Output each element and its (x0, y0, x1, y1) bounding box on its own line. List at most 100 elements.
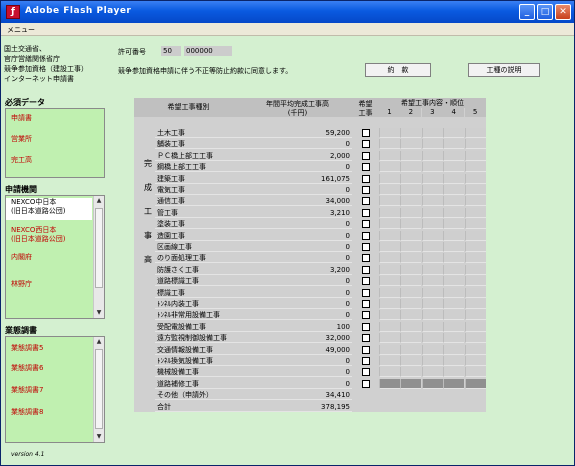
row-value[interactable]: 378,195 (243, 402, 352, 412)
rank-cell[interactable] (400, 230, 422, 241)
want-checkbox[interactable] (362, 288, 370, 297)
rank-cell[interactable] (400, 287, 422, 298)
row-value[interactable]: 0 (243, 299, 352, 309)
row-value[interactable]: 32,000 (243, 333, 352, 344)
rank-cell[interactable] (443, 207, 465, 218)
rank-cell[interactable] (379, 367, 400, 378)
rank-cell[interactable] (379, 162, 400, 173)
minimize-button[interactable]: _ (519, 4, 535, 20)
row-value[interactable]: 3,200 (243, 265, 352, 275)
rank-cell[interactable] (400, 299, 422, 309)
row-value[interactable]: 49,000 (243, 345, 352, 355)
rank-cell[interactable] (464, 356, 486, 366)
row-value[interactable]: 161,075 (243, 174, 352, 184)
rank-cell[interactable] (464, 310, 486, 321)
list-item[interactable]: 内閣府 (11, 253, 32, 262)
rank-cell[interactable] (421, 219, 443, 230)
row-value[interactable]: 0 (243, 139, 352, 150)
row-value[interactable]: 0 (243, 162, 352, 173)
row-value[interactable]: 0 (243, 367, 352, 378)
rank-cell[interactable] (443, 367, 465, 378)
maximize-button[interactable]: □ (537, 4, 553, 20)
terms-button[interactable]: 約 款 (365, 63, 431, 77)
list-item[interactable]: NEXCO西日本 (11, 226, 56, 235)
list-item[interactable]: 業態調書6 (11, 364, 43, 373)
title-bar[interactable]: ƒ Adobe Flash Player _ □ ✕ (1, 1, 574, 23)
scroll-up-icon[interactable]: ▲ (95, 338, 103, 346)
row-value[interactable]: 3,210 (243, 208, 352, 218)
rank-cell[interactable] (421, 185, 443, 195)
rank-cell[interactable] (400, 162, 422, 173)
rank-cell[interactable] (464, 219, 486, 230)
rank-cell[interactable] (464, 333, 486, 344)
rank-cell[interactable] (464, 150, 486, 161)
rank-cell[interactable] (400, 253, 422, 264)
rank-cell[interactable] (421, 264, 443, 275)
list-item[interactable]: 申請書 (11, 114, 32, 123)
rank-cell[interactable] (400, 378, 422, 389)
rank-cell[interactable] (400, 196, 422, 207)
rank-cell[interactable] (400, 276, 422, 287)
rank-cell[interactable] (464, 299, 486, 309)
rank-cell[interactable] (443, 344, 465, 355)
rank-cell[interactable] (379, 333, 400, 344)
rank-cell[interactable] (400, 173, 422, 184)
rank-cell[interactable] (464, 287, 486, 298)
rank-cell[interactable] (400, 310, 422, 321)
rank-cell[interactable] (443, 333, 465, 344)
rank-cell[interactable] (421, 378, 443, 389)
rank-cell[interactable] (443, 299, 465, 309)
row-value[interactable]: 100 (243, 322, 352, 332)
rank-cell[interactable] (443, 196, 465, 207)
want-checkbox[interactable] (362, 265, 370, 274)
explain-button[interactable]: 工種の説明 (468, 63, 540, 77)
rank-cell[interactable] (400, 219, 422, 230)
rank-cell[interactable] (464, 378, 486, 389)
scroll-up-icon[interactable]: ▲ (95, 197, 103, 205)
rank-cell[interactable] (379, 264, 400, 275)
want-checkbox[interactable] (362, 311, 370, 320)
rank-cell[interactable] (464, 207, 486, 218)
rank-cell[interactable] (379, 276, 400, 287)
rank-cell[interactable] (400, 344, 422, 355)
want-checkbox[interactable] (362, 208, 370, 217)
rank-cell[interactable] (400, 139, 422, 150)
rank-cell[interactable] (421, 139, 443, 150)
rank-cell[interactable] (421, 128, 443, 138)
menu-item[interactable]: メニュー (7, 25, 35, 35)
list-item[interactable]: (旧日本道路公団) (11, 235, 65, 244)
rank-cell[interactable] (400, 185, 422, 195)
want-checkbox[interactable] (362, 140, 370, 149)
want-checkbox[interactable] (362, 174, 370, 183)
rank-cell[interactable] (464, 253, 486, 264)
row-value[interactable]: 0 (243, 310, 352, 321)
rank-cell[interactable] (421, 367, 443, 378)
row-value[interactable]: 0 (243, 185, 352, 195)
rank-cell[interactable] (464, 162, 486, 173)
rank-cell[interactable] (379, 230, 400, 241)
want-checkbox[interactable] (362, 334, 370, 343)
row-value[interactable]: 59,200 (243, 128, 352, 138)
row-value[interactable]: 34,410 (243, 390, 352, 401)
rank-cell[interactable] (443, 276, 465, 287)
want-checkbox[interactable] (362, 345, 370, 354)
want-checkbox[interactable] (362, 357, 370, 365)
rank-cell[interactable] (379, 287, 400, 298)
rank-cell[interactable] (379, 321, 400, 332)
rank-cell[interactable] (443, 173, 465, 184)
rank-cell[interactable] (464, 128, 486, 138)
rank-cell[interactable] (379, 207, 400, 218)
rank-cell[interactable] (421, 150, 443, 161)
row-value[interactable]: 0 (243, 242, 352, 252)
rank-cell[interactable] (421, 173, 443, 184)
rank-cell[interactable] (421, 253, 443, 264)
rank-cell[interactable] (421, 344, 443, 355)
rank-cell[interactable] (443, 310, 465, 321)
list-item[interactable]: 林野庁 (11, 280, 32, 289)
want-checkbox[interactable] (362, 254, 370, 263)
rank-cell[interactable] (443, 242, 465, 252)
rank-cell[interactable] (421, 310, 443, 321)
rank-cell[interactable] (443, 128, 465, 138)
scroll-thumb[interactable] (95, 208, 103, 288)
rank-cell[interactable] (464, 185, 486, 195)
